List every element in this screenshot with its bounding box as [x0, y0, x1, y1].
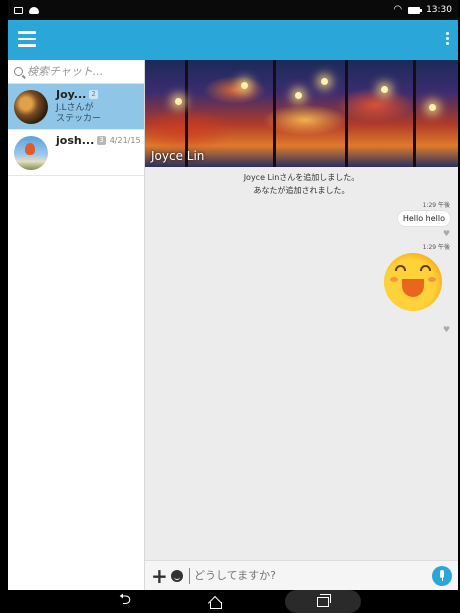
chat-cover-image[interactable]: Joyce Lin — [145, 60, 458, 167]
smiley-sticker[interactable] — [384, 253, 442, 311]
system-message: あなたが追加されました。 — [253, 186, 350, 195]
message-time: 1:29 午後 — [422, 244, 450, 251]
add-attachment-button[interactable]: + — [151, 566, 168, 586]
message-input-bar: + — [145, 560, 458, 590]
search-input[interactable] — [27, 65, 137, 78]
screenshot-icon — [14, 6, 23, 14]
more-vertical-icon[interactable] — [444, 32, 450, 50]
chat-name: josh... — [56, 134, 95, 147]
status-time: 13:30 — [426, 5, 452, 15]
like-heart-icon[interactable]: ♥ — [145, 325, 458, 335]
battery-icon — [408, 6, 423, 14]
sticker-cheek — [428, 277, 436, 282]
lamp-light — [381, 86, 388, 93]
chat-name: Joy... — [56, 88, 87, 101]
navigation-bar: ⮌ — [8, 590, 458, 613]
sticker-eye — [420, 265, 431, 271]
chat-list-item-josh[interactable]: josh... 3 4/21/15 — [8, 130, 144, 176]
avatar — [14, 136, 48, 170]
chat-date: 4/21/15 — [109, 136, 141, 145]
chat-item-body: Joy... 2 J.Lさんが ステッカー — [56, 88, 140, 129]
avatar — [14, 90, 48, 124]
sticker-cheek — [390, 277, 398, 282]
message-time: 1:29 午後 — [422, 202, 450, 209]
app-bar — [8, 20, 458, 60]
lamp-light — [241, 82, 248, 89]
chat-title: Joyce Lin — [151, 149, 205, 163]
message-input[interactable] — [189, 567, 426, 584]
status-bar: ◠ 13:30 — [8, 0, 458, 20]
system-message-list: Joyce Linさんを追加しました。 あなたが追加されました。 — [145, 171, 458, 197]
tree-shape — [273, 60, 276, 167]
cloud-upload-icon — [29, 6, 39, 14]
outgoing-sticker-row — [145, 253, 458, 311]
sticker-mouth — [402, 279, 424, 297]
chat-preview: J.Lさんが ステッカー — [56, 103, 102, 124]
app-window: ◠ 13:30 Joy... 2 J.Lさんが ステッ — [8, 0, 458, 613]
lamp-light — [429, 104, 436, 111]
system-message: Joyce Linさんを追加しました。 — [243, 173, 360, 182]
chat-item-body: josh... 3 4/21/15 — [56, 134, 141, 175]
search-icon — [14, 67, 23, 76]
outgoing-message-row: Hello hello — [145, 211, 458, 226]
sticker-eye — [395, 265, 406, 271]
tree-shape — [345, 60, 348, 167]
home-button[interactable] — [195, 590, 235, 613]
status-left — [14, 6, 39, 14]
member-count-badge: 2 — [89, 90, 98, 99]
conversation-panel: Joyce Lin Joyce Linさんを追加しました。 あなたが追加されまし… — [145, 60, 458, 590]
lamp-light — [295, 92, 302, 99]
chat-list-panel: Joy... 2 J.Lさんが ステッカー josh... 3 4/21/15 — [8, 60, 145, 590]
microphone-icon[interactable] — [432, 565, 452, 586]
recent-apps-icon — [317, 593, 331, 607]
lamp-light — [321, 78, 328, 85]
message-bubble[interactable]: Hello hello — [397, 211, 450, 226]
emoji-icon[interactable] — [171, 569, 183, 582]
chat-list-item-joyce[interactable]: Joy... 2 J.Lさんが ステッカー — [8, 84, 144, 130]
member-count-badge: 3 — [97, 136, 106, 145]
recent-apps-button[interactable] — [285, 590, 361, 613]
chat-item-header: josh... 3 4/21/15 — [56, 134, 141, 147]
status-right: ◠ 13:30 — [393, 4, 452, 16]
chat-item-header: Joy... 2 — [56, 88, 140, 101]
search-bar — [8, 60, 144, 84]
back-button[interactable]: ⮌ — [105, 590, 145, 613]
lamp-light — [175, 98, 182, 105]
like-heart-icon[interactable]: ♥ — [145, 229, 458, 239]
tree-shape — [413, 60, 416, 167]
hamburger-menu-icon[interactable] — [18, 31, 36, 47]
home-icon — [208, 596, 222, 609]
wifi-icon: ◠ — [393, 4, 403, 15]
